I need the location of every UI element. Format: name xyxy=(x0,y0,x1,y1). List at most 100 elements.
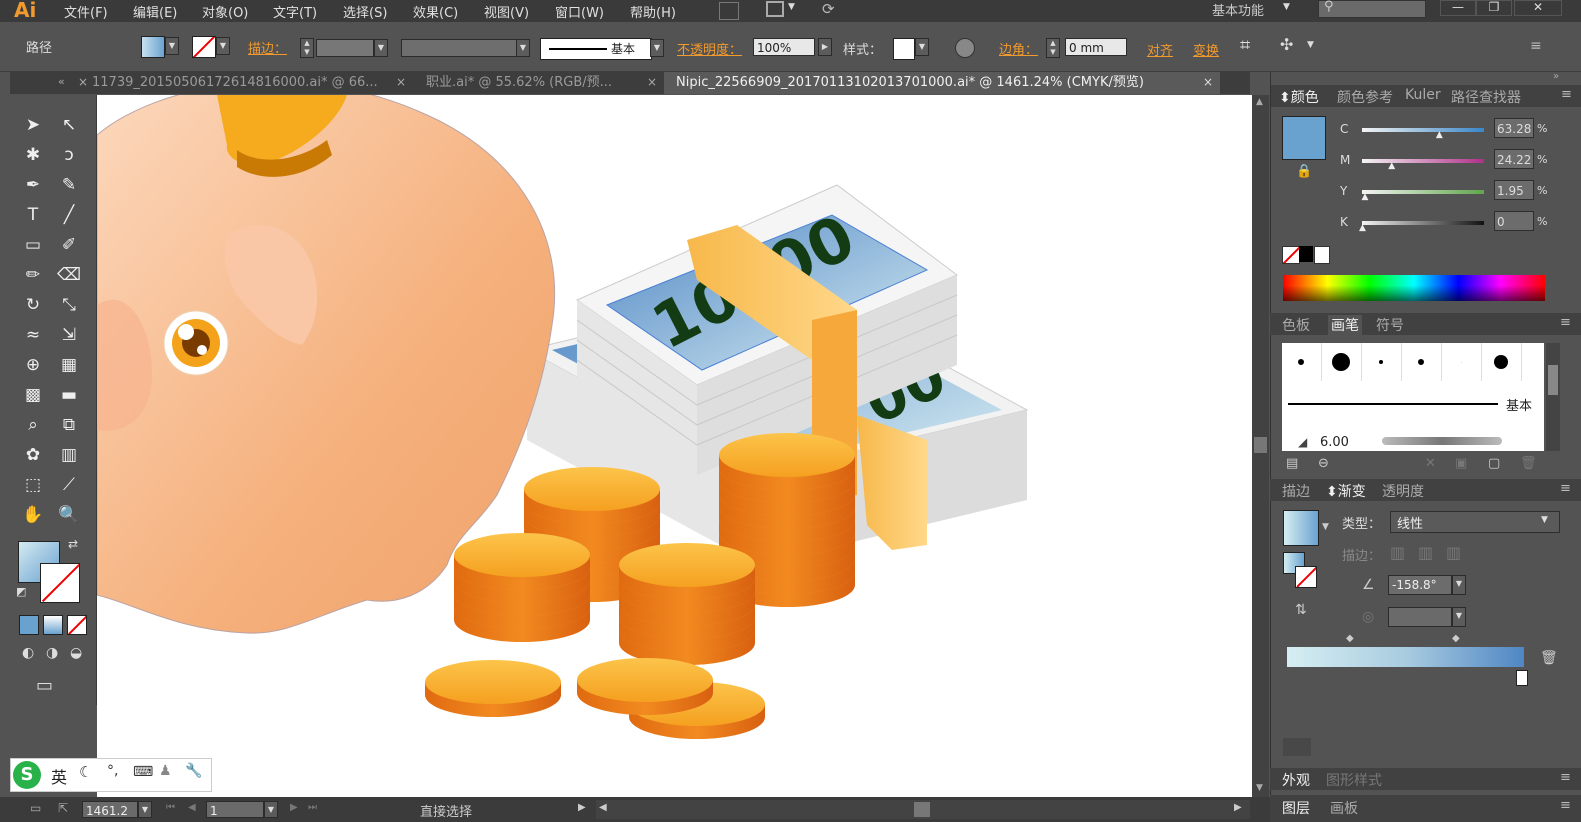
brush-dropdown[interactable]: ▼ xyxy=(650,39,664,57)
black-swatch[interactable] xyxy=(1299,246,1313,262)
variable-width-profile[interactable] xyxy=(401,39,517,57)
last-page-icon[interactable]: ⏭ xyxy=(308,802,317,813)
none-swatch[interactable] xyxy=(1282,246,1300,264)
align-link[interactable]: 对齐 xyxy=(1147,40,1173,59)
artboard-canvas[interactable]: 00 10000 xyxy=(97,95,1252,797)
mesh-tool-icon[interactable]: ▩ xyxy=(20,383,46,407)
opacity-arrow-icon[interactable]: ▶ xyxy=(818,38,832,56)
perspective-grid-tool-icon[interactable]: ▦ xyxy=(56,353,82,377)
menu-select[interactable]: 选择(S) xyxy=(343,2,387,21)
scroll-left-icon[interactable]: ◀ xyxy=(599,802,607,813)
stroke-along-icon[interactable]: ▥ xyxy=(1418,543,1433,562)
panel-menu-icon[interactable]: ≡ xyxy=(1530,38,1542,54)
tab-kuler[interactable]: Kuler xyxy=(1405,87,1441,103)
artboard-nav-icon[interactable]: ▭ xyxy=(30,801,41,815)
vertical-scrollbar[interactable]: ▲ ▼ xyxy=(1252,95,1269,797)
next-page-icon[interactable]: ▶ xyxy=(290,802,298,813)
remove-stroke-icon[interactable]: ✕ xyxy=(1425,456,1436,471)
selection-arrow-tool-icon[interactable]: ➤ xyxy=(20,113,46,137)
menu-file[interactable]: 文件(F) xyxy=(64,2,108,21)
artboard-tool-icon[interactable]: ⬚ xyxy=(20,473,46,497)
gradient-slider[interactable] xyxy=(1287,647,1524,667)
pen-tool-icon[interactable]: ✒ xyxy=(20,173,46,197)
brush-preset[interactable] xyxy=(1282,343,1322,381)
menu-effect[interactable]: 效果(C) xyxy=(413,2,458,21)
brush-definition[interactable]: 基本 xyxy=(540,38,652,60)
tab-symbols[interactable]: 符号 xyxy=(1376,315,1404,335)
collapse-panels-icon[interactable]: » xyxy=(1553,71,1559,82)
gradient-mode-icon[interactable] xyxy=(43,615,63,635)
scroll-down-icon[interactable]: ▼ xyxy=(1256,783,1263,793)
channel-slider-c[interactable] xyxy=(1362,128,1484,132)
gpu-icon[interactable]: ⟳ xyxy=(822,0,835,18)
workspace-switcher[interactable]: 基本功能 xyxy=(1212,0,1264,19)
graphic-style-swatch[interactable] xyxy=(893,38,915,60)
page-input[interactable]: 1 xyxy=(206,801,264,818)
first-page-icon[interactable]: ⏮ xyxy=(166,802,175,813)
opacity-label[interactable]: 不透明度： xyxy=(677,39,742,58)
tab-transparency[interactable]: 透明度 xyxy=(1382,481,1424,501)
delete-brush-icon[interactable]: 🗑 xyxy=(1520,456,1537,471)
curvature-tool-icon[interactable]: ✎ xyxy=(56,173,82,197)
scroll-thumb[interactable] xyxy=(1254,437,1267,453)
punctuation-icon[interactable]: °, xyxy=(107,763,118,779)
color-swatch[interactable] xyxy=(1282,116,1326,160)
draw-normal-icon[interactable]: ◐ xyxy=(22,645,34,661)
stroke-across-icon[interactable]: ▥ xyxy=(1446,543,1461,562)
midpoint-diamond-icon[interactable]: ◆ xyxy=(1346,633,1354,644)
channel-value-c[interactable]: 63.28 xyxy=(1494,118,1534,138)
brush-link-icon[interactable]: ⊖ xyxy=(1318,456,1329,471)
brush-options-icon[interactable]: ▣ xyxy=(1455,456,1467,471)
aspect-ratio-input[interactable] xyxy=(1388,607,1452,627)
hand-tool-icon[interactable]: ✋ xyxy=(20,503,46,527)
color-spectrum-bar[interactable] xyxy=(1283,275,1545,301)
out-of-gamut-icon[interactable]: 🔒 xyxy=(1296,164,1312,179)
chevron-down-icon[interactable]: ▼ xyxy=(1283,2,1290,12)
ime-logo-icon[interactable]: S xyxy=(13,761,41,789)
white-swatch[interactable] xyxy=(1314,246,1330,264)
scale-tool-icon[interactable]: ⤡ xyxy=(56,293,82,317)
moon-icon[interactable]: ☾ xyxy=(79,763,92,781)
transform-link[interactable]: 变换 xyxy=(1193,40,1219,59)
channel-slider-k[interactable] xyxy=(1362,221,1484,225)
stroke-weight-stepper[interactable]: ▲ ▼ xyxy=(300,38,314,58)
channel-slider-thumb[interactable]: ▲ xyxy=(1359,223,1366,233)
warp-tool-icon[interactable]: ≈ xyxy=(20,323,46,347)
tab-gradient[interactable]: ⬍渐变 xyxy=(1326,481,1366,501)
tab-document-1[interactable]: 11739_20150506172614816000.ai* @ 66... xyxy=(92,72,392,94)
prev-page-icon[interactable]: ◀ xyxy=(188,802,196,813)
basic-brush-stroke[interactable] xyxy=(1288,403,1498,405)
draw-inside-icon[interactable]: ◒ xyxy=(70,645,82,661)
gradient-stop[interactable] xyxy=(1516,670,1528,686)
brush-scrollbar[interactable] xyxy=(1546,343,1560,451)
zoom-input[interactable]: 1461.2 xyxy=(82,801,138,818)
fill-dropdown[interactable]: ▼ xyxy=(165,37,179,55)
gradient-tool-icon[interactable]: ▬ xyxy=(56,383,82,407)
recolor-artwork-icon[interactable] xyxy=(955,38,975,58)
status-menu-icon[interactable]: ▶ xyxy=(578,802,586,813)
tab-brushes[interactable]: 画笔 xyxy=(1328,315,1362,335)
corner-label[interactable]: 边角： xyxy=(999,39,1038,58)
channel-slider-thumb[interactable]: ▲ xyxy=(1388,161,1395,171)
brush-preset[interactable] xyxy=(1442,343,1482,381)
restore-button[interactable]: ❐ xyxy=(1476,0,1512,16)
search-input[interactable]: ⚲ xyxy=(1318,0,1426,18)
corner-stepper[interactable]: ▲ ▼ xyxy=(1046,38,1060,58)
opacity-input[interactable]: 100% xyxy=(753,38,815,56)
hscroll-thumb[interactable] xyxy=(914,802,930,817)
swap-colors-icon[interactable]: ⇄ xyxy=(68,537,78,551)
stroke-weight-dropdown[interactable]: ▼ xyxy=(374,39,388,57)
stroke-weight-label[interactable]: 描边： xyxy=(248,38,287,57)
default-colors-icon[interactable]: ◩ xyxy=(16,585,26,598)
channel-slider-thumb[interactable]: ▲ xyxy=(1361,192,1368,202)
menu-edit[interactable]: 编辑(E) xyxy=(133,2,177,21)
reverse-gradient-icon[interactable]: ⇅ xyxy=(1295,602,1307,618)
type-tool-icon[interactable]: T xyxy=(20,203,46,227)
scroll-right-icon[interactable]: ▶ xyxy=(1234,802,1242,813)
color-mode-icon[interactable] xyxy=(19,615,39,635)
channel-slider-y[interactable] xyxy=(1362,190,1484,194)
menu-view[interactable]: 视图(V) xyxy=(484,2,529,21)
brush-preset[interactable] xyxy=(1482,343,1522,381)
tab-color-guide[interactable]: 颜色参考 xyxy=(1337,87,1393,107)
style-dropdown[interactable]: ▼ xyxy=(915,38,929,56)
